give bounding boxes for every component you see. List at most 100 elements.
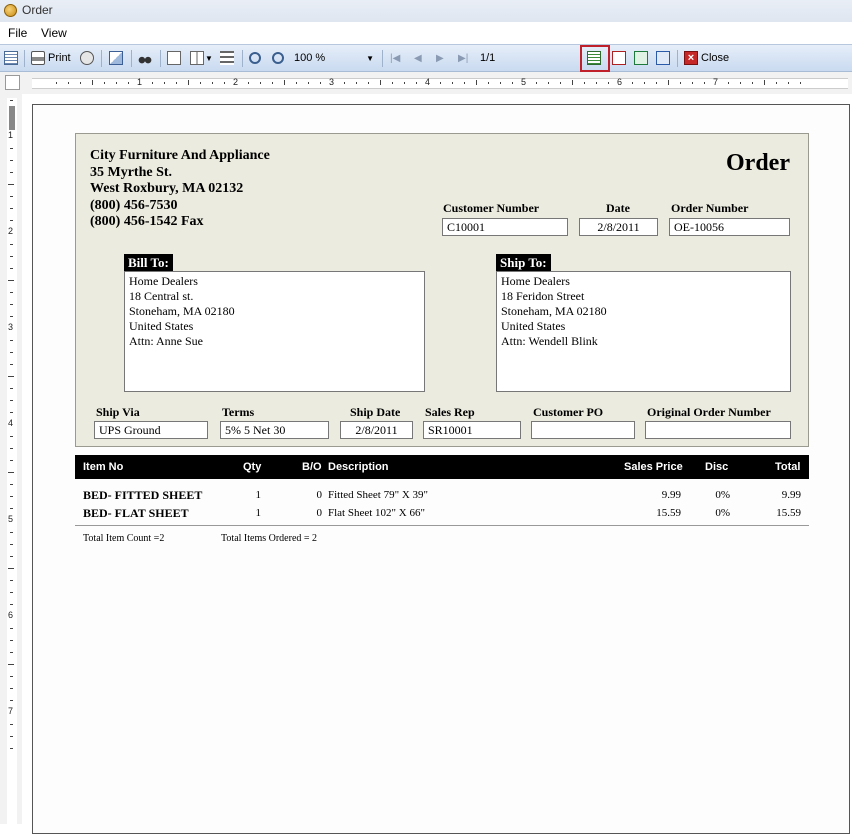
ruler-tick	[488, 82, 489, 84]
ruler-tick	[260, 82, 261, 84]
order-header: City Furniture And Appliance 35 Myrthe S…	[75, 133, 809, 447]
ruler-tick	[10, 592, 13, 593]
ruler-tick	[608, 82, 609, 84]
page-setup-button[interactable]	[80, 50, 94, 66]
sales-price-cell: 15.59	[656, 507, 681, 519]
ruler-tick	[10, 700, 13, 701]
ruler-tick	[800, 82, 801, 84]
export-excel-button[interactable]	[634, 50, 648, 66]
copy-button[interactable]	[109, 50, 123, 66]
ruler-tick	[368, 82, 369, 84]
ruler-tick	[704, 82, 705, 84]
ruler-tick	[10, 484, 13, 485]
toolbar-separator	[24, 50, 25, 67]
total-cell: 9.99	[781, 489, 801, 501]
table-row: BED- FLAT SHEET 1 0 Flat Sheet 102" X 66" 15…	[75, 505, 809, 523]
menu-file[interactable]: File	[8, 26, 27, 40]
ruler-tick	[248, 82, 249, 84]
bill-to-line: 18 Central st.	[129, 289, 194, 303]
ruler-margin-handle[interactable]	[9, 106, 15, 130]
ruler-tick	[404, 82, 405, 84]
ruler-tick	[10, 268, 13, 269]
zoom-out-button[interactable]	[249, 50, 261, 66]
qty-cell: 1	[255, 507, 262, 519]
next-page-button[interactable]: ▶	[436, 50, 444, 66]
title-bar: Order	[0, 0, 852, 23]
bo-cell: 0	[316, 507, 323, 519]
ruler-mark: 6	[8, 610, 14, 620]
export-button[interactable]	[587, 50, 601, 66]
ruler-tick	[104, 82, 105, 84]
company-street: 35 Myrthe St.	[90, 164, 173, 180]
bill-to-line: Home Dealers	[129, 274, 198, 288]
last-page-button[interactable]: ▶|	[458, 50, 468, 66]
ruler-tick	[668, 80, 669, 85]
ruler-tick	[764, 80, 765, 85]
ruler-tick	[10, 652, 13, 653]
ruler-mark: 3	[329, 77, 335, 87]
original-order-field	[645, 421, 791, 439]
ruler-mark: 2	[8, 226, 14, 236]
report-page: City Furniture And Appliance 35 Myrthe S…	[32, 104, 850, 834]
first-page-icon: |◀	[390, 52, 401, 64]
ruler-tick	[10, 304, 13, 305]
line-items-header: Item No Qty B/O Description Sales Price …	[75, 455, 809, 479]
ruler-tick	[8, 472, 14, 473]
export-pdf-button[interactable]	[612, 50, 626, 66]
ruler-tick	[10, 676, 13, 677]
print-label: Print	[48, 52, 71, 64]
ruler-tick	[464, 82, 465, 84]
close-button[interactable]: × Close	[684, 50, 729, 66]
menu-view[interactable]: View	[41, 26, 67, 40]
chevron-down-icon: ▼	[366, 53, 374, 63]
ship-to-line: Stoneham, MA 02180	[501, 304, 607, 318]
ship-date-field: 2/8/2011	[340, 421, 413, 439]
zoom-select[interactable]: 100 % ▼	[292, 49, 378, 67]
item-no-cell: BED- FITTED SHEET	[83, 488, 203, 502]
export-word-button[interactable]	[656, 50, 670, 66]
ruler-tick	[10, 196, 13, 197]
ruler-tick	[10, 556, 13, 557]
excel-icon	[634, 51, 648, 65]
ruler-tick	[10, 448, 13, 449]
find-button[interactable]	[138, 50, 152, 66]
toolbar-separator	[131, 50, 132, 67]
document-map-button[interactable]	[4, 50, 18, 66]
ship-to-address: Home Dealers 18 Feridon Street Stoneham, M…	[496, 271, 791, 392]
print-button[interactable]: Print	[31, 50, 71, 66]
order-number-label: Order Number	[671, 201, 749, 215]
menu-bar: File View	[0, 22, 852, 44]
ruler-tick	[560, 82, 561, 84]
toolbar-separator	[242, 50, 243, 67]
customer-po-label: Customer PO	[533, 405, 604, 419]
continuous-button[interactable]	[220, 50, 234, 66]
ruler-corner	[5, 75, 20, 90]
zoom-value: 100 %	[294, 52, 326, 64]
page-setup-icon	[80, 51, 94, 65]
document-title: Order	[726, 150, 790, 176]
date-label: Date	[606, 201, 630, 215]
toolbar: Print ▼ 100 % ▼ |◀ ◀ ▶ ▶| 1/1 × Close	[0, 44, 852, 72]
multi-page-button[interactable]: ▼	[190, 50, 213, 66]
previous-page-button[interactable]: ◀	[414, 50, 422, 66]
ruler-tick	[656, 82, 657, 84]
app-icon	[4, 4, 17, 17]
ruler-tick	[152, 82, 153, 84]
ruler-tick	[632, 82, 633, 84]
single-page-button[interactable]	[167, 50, 181, 66]
bill-to-line: United States	[129, 319, 194, 333]
ruler-tick	[740, 82, 741, 84]
disc-cell: 0%	[715, 489, 730, 501]
preview-workspace[interactable]: City Furniture And Appliance 35 Myrthe S…	[22, 94, 852, 834]
close-icon: ×	[684, 51, 698, 65]
bill-to-line: Attn: Anne Sue	[129, 334, 203, 348]
first-page-button[interactable]: |◀	[390, 50, 400, 66]
ruler-tick	[92, 80, 93, 85]
ruler-tick	[10, 628, 13, 629]
ruler-tick	[10, 412, 13, 413]
document-map-icon	[4, 51, 18, 65]
disc-cell: 0%	[715, 507, 730, 519]
total-item-count: Total Item Count =2	[83, 533, 165, 544]
zoom-in-button[interactable]	[272, 50, 284, 66]
ruler-tick	[8, 376, 14, 377]
